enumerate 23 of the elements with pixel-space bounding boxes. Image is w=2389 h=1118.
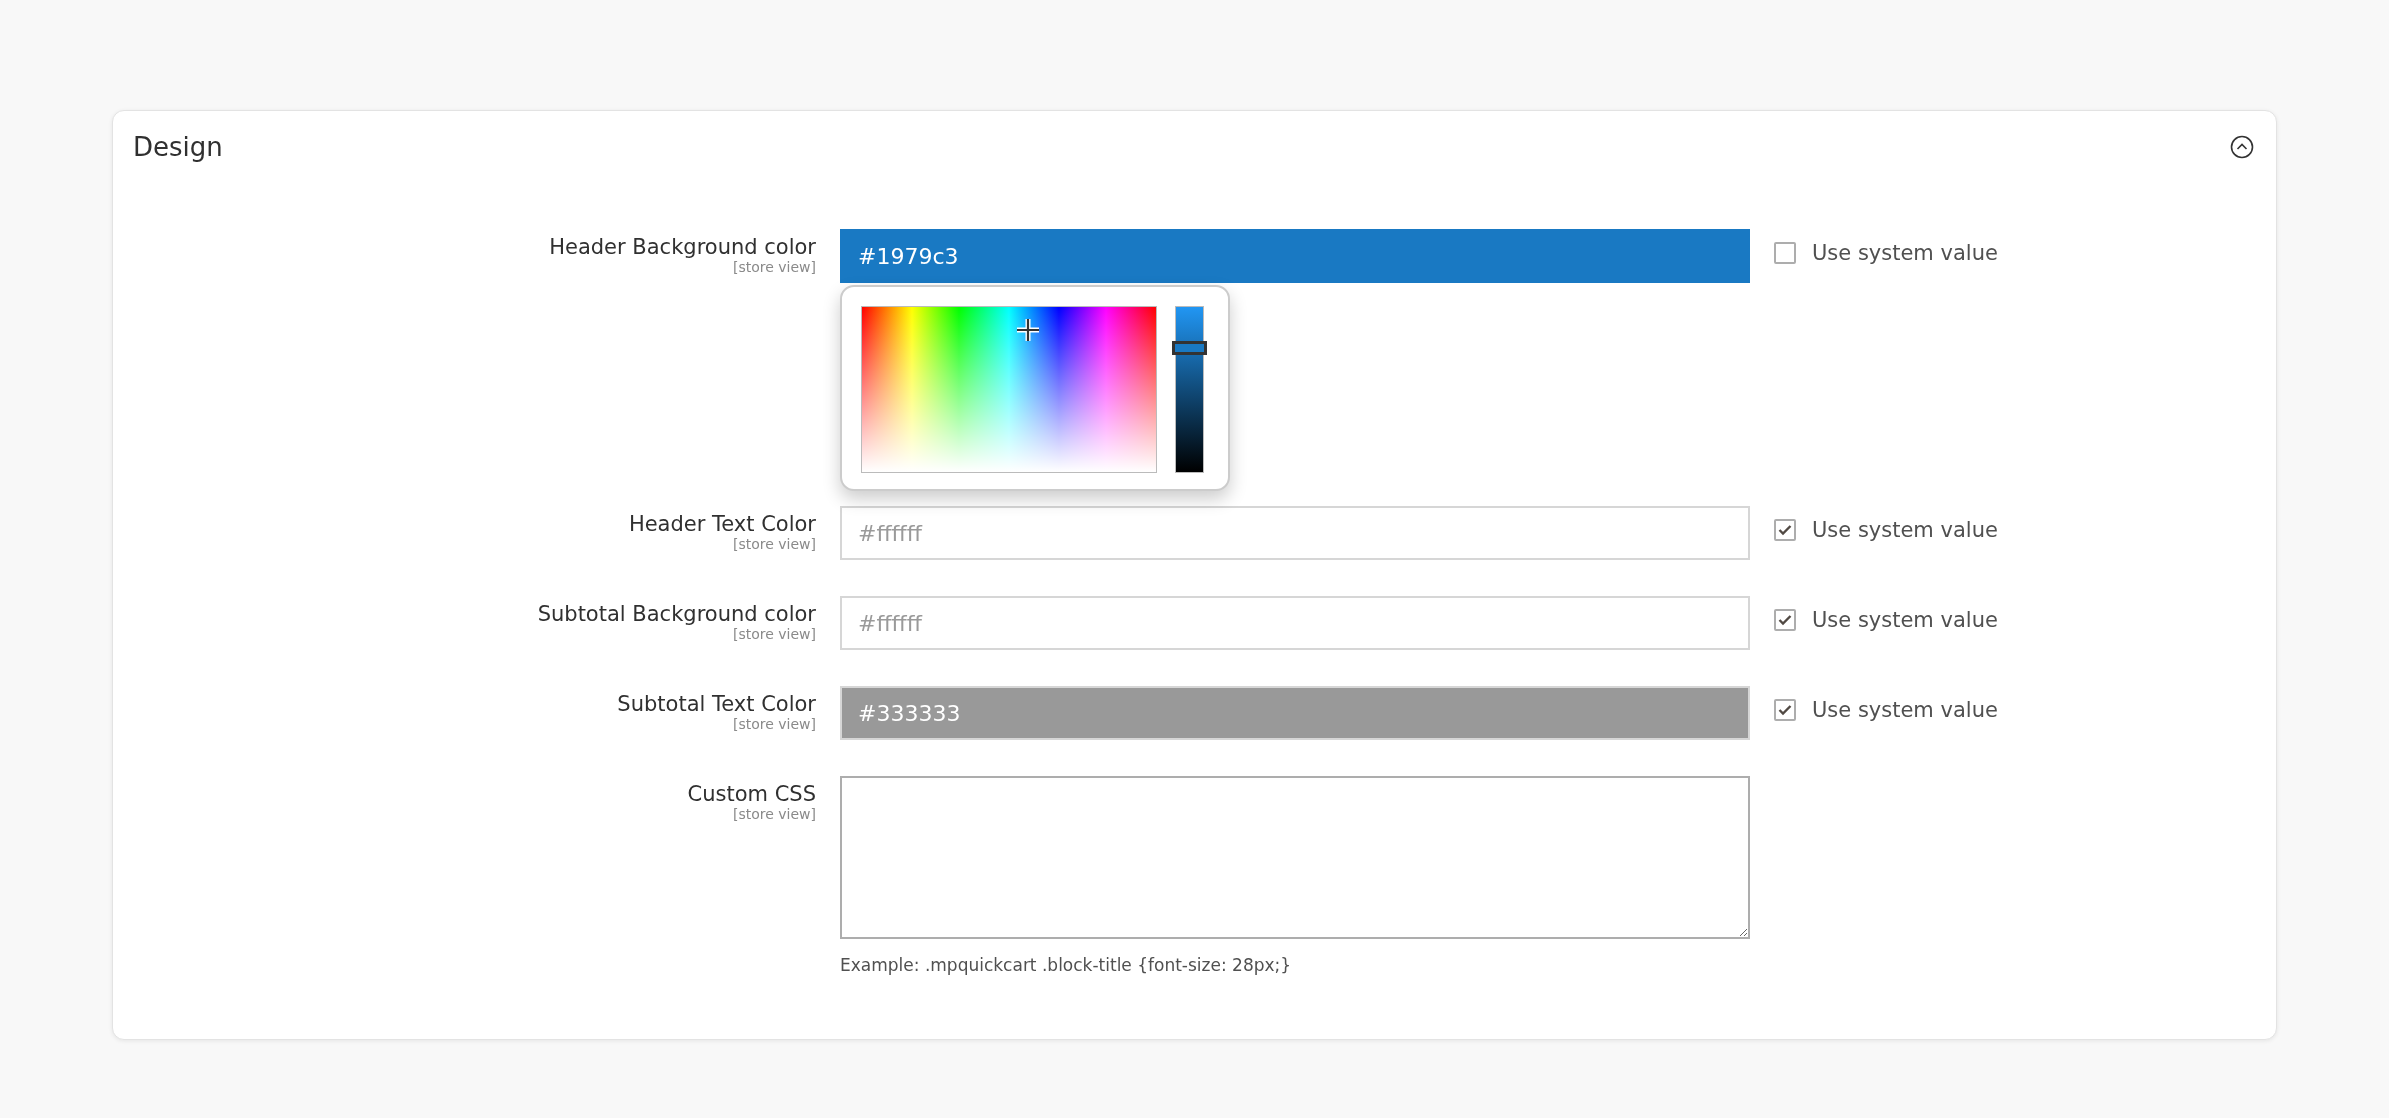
- check-icon: [1778, 704, 1792, 716]
- field-label: Header Text Color: [628, 512, 816, 536]
- scope-note: [store view]: [732, 626, 816, 642]
- color-input[interactable]: #1979c3: [840, 229, 1750, 283]
- crosshair-icon[interactable]: [1015, 317, 1041, 343]
- section-title: Design: [133, 132, 223, 162]
- collapse-icon[interactable]: [2230, 135, 2254, 159]
- scope-note: [store view]: [732, 806, 816, 822]
- scope-note: [store view]: [732, 259, 816, 275]
- field-label: Header Background color: [549, 235, 816, 259]
- color-spectrum[interactable]: [861, 306, 1157, 473]
- slider-handle[interactable]: [1172, 340, 1207, 355]
- field-label: Subtotal Background color: [537, 602, 816, 626]
- brightness-slider[interactable]: [1175, 306, 1204, 473]
- field-hint: Example: .mpquickcart .block-title {font-size: 28px;}: [840, 955, 1293, 975]
- field-label: Subtotal Text Color: [617, 692, 816, 716]
- check-icon: [1778, 614, 1792, 626]
- field-label: Custom CSS: [687, 782, 816, 806]
- scope-note: [store view]: [732, 536, 816, 552]
- checkbox[interactable]: [1774, 242, 1796, 264]
- checkbox-label[interactable]: Use system value: [1812, 241, 1998, 265]
- scope-note: [store view]: [732, 716, 816, 732]
- check-icon: [1778, 524, 1792, 536]
